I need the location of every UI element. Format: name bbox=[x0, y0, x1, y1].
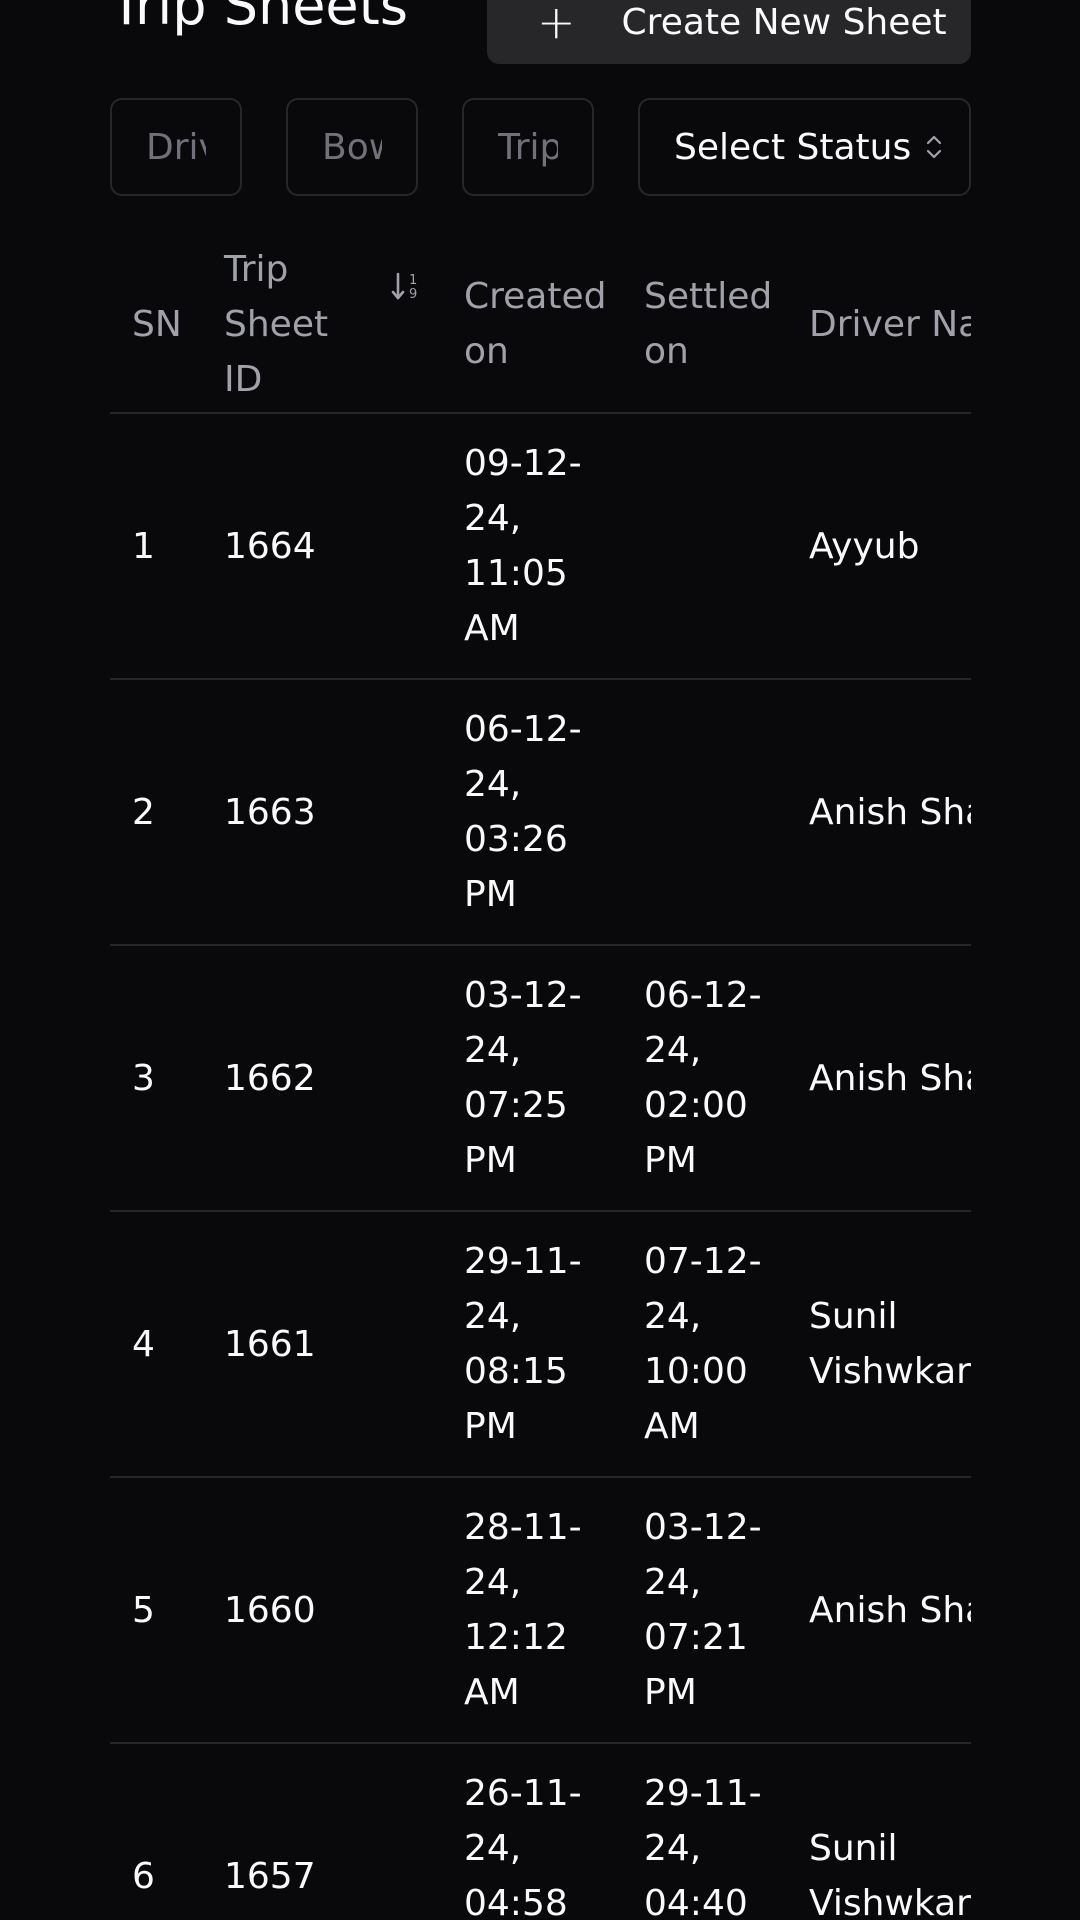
cell-sn: 1 bbox=[110, 413, 202, 680]
trip-filter-input[interactable] bbox=[498, 126, 558, 168]
plus-icon: + bbox=[537, 0, 576, 49]
cell-trip-sheet-id: 1657 bbox=[202, 1743, 442, 1920]
cell-driver-name: Anish Sharma bbox=[787, 1477, 971, 1744]
header-driver-name: Driver Name bbox=[787, 236, 971, 414]
page-title: Trip Sheets bbox=[110, 0, 408, 37]
cell-sn: 3 bbox=[110, 945, 202, 1212]
cell-sn: 4 bbox=[110, 1211, 202, 1478]
trip-sheets-page: Trip Sheets + Create New Sheet Select St… bbox=[0, 0, 1080, 1920]
table-header-row: SN Trip Sheet ID 1 9 Created on Settled … bbox=[110, 236, 971, 414]
svg-text:1: 1 bbox=[409, 273, 417, 288]
table-row[interactable]: 1 1664 09-12-24, 11:05 AM Ayyub bbox=[110, 413, 971, 680]
cell-trip-sheet-id: 1660 bbox=[202, 1477, 442, 1744]
cell-settled-on: 29-11-24, 04:40 PM bbox=[622, 1743, 787, 1920]
cell-driver-name: Sunil Vishwkarma bbox=[787, 1743, 971, 1920]
cell-created-on: 26-11-24, 04:58 PM bbox=[442, 1743, 622, 1920]
cell-created-on: 29-11-24, 08:15 PM bbox=[442, 1211, 622, 1478]
sort-icon[interactable]: 1 9 bbox=[390, 270, 422, 310]
cell-driver-name: Sunil Vishwkarma bbox=[787, 1211, 971, 1478]
cell-sn: 5 bbox=[110, 1477, 202, 1744]
cell-trip-sheet-id: 1661 bbox=[202, 1211, 442, 1478]
cell-created-on: 03-12-24, 07:25 PM bbox=[442, 945, 622, 1212]
cell-sn: 6 bbox=[110, 1743, 202, 1920]
table-row[interactable]: 2166306-12-24, 03:26 PM Anish Sharma bbox=[110, 679, 971, 946]
driver-filter-input[interactable] bbox=[146, 126, 206, 168]
cell-settled-on bbox=[622, 413, 787, 680]
cell-settled-on: 06-12-24, 02:00 PM bbox=[622, 945, 787, 1212]
header-sn: SN bbox=[110, 236, 202, 414]
cell-created-on: 09-12-24, 11:05 AM bbox=[442, 413, 622, 680]
header-settled-on: Settled on bbox=[622, 236, 787, 414]
create-new-sheet-label: Create New Sheet bbox=[621, 1, 947, 43]
cell-trip-sheet-id: 1664 bbox=[202, 413, 442, 680]
table-row[interactable]: 4 1661 29-11-24, 08:15 PM 07-12-24, 10:00 A… bbox=[110, 1211, 971, 1478]
cell-settled-on: 03-12-24, 07:21 PM bbox=[622, 1477, 787, 1744]
header-trip-sheet-id-label: Trip Sheet ID bbox=[224, 248, 329, 400]
table-row[interactable]: 3 1662 03-12-24, 07:25 PM 06-12-24, 02:00 P… bbox=[110, 945, 971, 1212]
table-row[interactable]: 6165726-11-24, 04:58 PM29-11-24, 04:40 P… bbox=[110, 1743, 971, 1920]
trip-filter[interactable] bbox=[462, 98, 594, 196]
cell-driver-name: Ayyub bbox=[787, 413, 971, 680]
header-trip-sheet-id[interactable]: Trip Sheet ID 1 9 bbox=[202, 236, 442, 414]
svg-text:9: 9 bbox=[409, 287, 417, 302]
cell-sn: 2 bbox=[110, 679, 202, 946]
cell-driver-name: Anish Sharma bbox=[787, 945, 971, 1212]
chevron-up-down-icon bbox=[925, 132, 943, 162]
status-select-label: Select Status bbox=[674, 126, 912, 168]
create-new-sheet-button[interactable]: + Create New Sheet bbox=[487, 0, 971, 64]
cell-driver-name: Anish Sharma bbox=[787, 679, 971, 946]
trip-sheets-table: SN Trip Sheet ID 1 9 Created on Settled … bbox=[110, 236, 971, 1920]
bowser-filter-input[interactable] bbox=[322, 126, 382, 168]
driver-filter[interactable] bbox=[110, 98, 242, 196]
table-row[interactable]: 5 1660 28-11-24, 12:12 AM 03-12-24, 07:21 P… bbox=[110, 1477, 971, 1744]
header-created-on: Created on bbox=[442, 236, 622, 414]
cell-settled-on: 07-12-24, 10:00 AM bbox=[622, 1211, 787, 1478]
bowser-filter[interactable] bbox=[286, 98, 418, 196]
cell-trip-sheet-id: 1662 bbox=[202, 945, 442, 1212]
cell-settled-on bbox=[622, 679, 787, 946]
cell-created-on: 28-11-24, 12:12 AM bbox=[442, 1477, 622, 1744]
status-select[interactable]: Select Status bbox=[638, 98, 971, 196]
cell-trip-sheet-id: 1663 bbox=[202, 679, 442, 946]
cell-created-on: 06-12-24, 03:26 PM bbox=[442, 679, 622, 946]
